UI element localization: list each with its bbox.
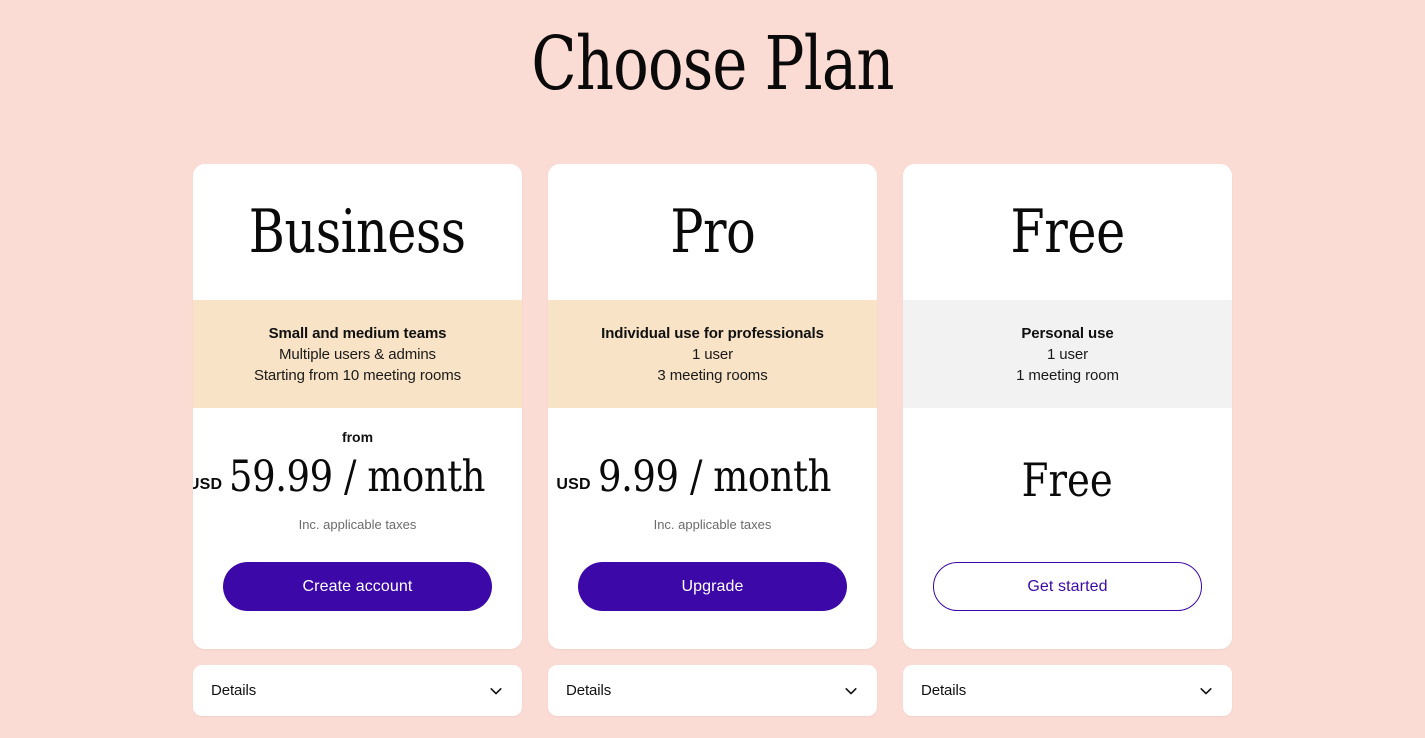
plan-currency-business: USD [193, 476, 223, 493]
plan-price-amount-pro: 9.99 / month [597, 452, 831, 502]
details-label-business: Details [211, 682, 257, 699]
plan-price-section-free: Free Get started [903, 408, 1232, 649]
plan-feature-line: 1 meeting room [1016, 366, 1119, 384]
plan-currency-pro: USD [556, 476, 591, 493]
plan-tax-note-pro: Inc. applicable taxes [653, 517, 772, 532]
page-title: Choose Plan [531, 21, 894, 107]
plan-feature-line: 3 meeting rooms [657, 366, 768, 384]
plan-price-section-business: from USD 59.99 / month Inc. applicable taxe… [193, 408, 522, 649]
plan-feature-line: 1 user [1046, 345, 1089, 363]
plan-feature-line: Starting from 10 meeting rooms [253, 366, 462, 384]
plan-column-business: Business Small and medium teams Multiple u… [193, 164, 522, 716]
details-accordion-free[interactable]: Details [903, 665, 1232, 716]
cta-button-free[interactable]: Get started [933, 562, 1202, 611]
details-label-pro: Details [566, 682, 612, 699]
plan-feature-line: Multiple users & admins [279, 345, 436, 363]
plan-audience-pro: Individual use for professionals [601, 324, 824, 342]
plan-summary-band-free: Personal use 1 user 1 meeting room [903, 300, 1232, 408]
plan-card-header-free: Free [903, 164, 1232, 300]
cta-button-pro[interactable]: Upgrade [578, 562, 847, 611]
plan-price-free: Free [1013, 452, 1121, 508]
plan-price-section-pro: USD 9.99 / month Inc. applicable taxes Upgr… [548, 408, 877, 649]
plan-card-header-pro: Pro [548, 164, 877, 300]
cta-button-business[interactable]: Create account [223, 562, 492, 611]
plan-price-pro: USD 9.99 / month [556, 452, 868, 508]
plan-summary-band-business: Small and medium teams Multiple users & a… [193, 300, 522, 408]
details-label-free: Details [921, 682, 967, 699]
plan-feature-line: 1 user [691, 345, 734, 363]
plan-column-free: Free Personal use 1 user 1 meeting room Fre… [903, 164, 1232, 716]
plan-card-grid: Business Small and medium teams Multiple u… [193, 164, 1232, 716]
plan-card-header-business: Business [193, 164, 522, 300]
plan-audience-business: Small and medium teams [268, 324, 447, 342]
plan-from-label-business: from [341, 429, 374, 445]
plan-name-business: Business [249, 197, 466, 267]
plan-price-amount-business: 59.99 / month [229, 452, 486, 502]
plan-price-business: USD 59.99 / month [193, 452, 522, 508]
plan-price-amount-free: Free [1021, 453, 1114, 507]
plan-name-free: Free [1010, 197, 1125, 267]
details-accordion-business[interactable]: Details [193, 665, 522, 716]
plan-card-pro: Pro Individual use for professionals 1 use… [548, 164, 877, 649]
plan-card-free: Free Personal use 1 user 1 meeting room Fre… [903, 164, 1232, 649]
chevron-down-icon[interactable] [843, 683, 859, 699]
chevron-down-icon[interactable] [1198, 683, 1214, 699]
plan-audience-free: Personal use [1021, 324, 1114, 342]
pricing-page: Choose Plan Business Small and medium tea… [0, 0, 1425, 738]
plan-summary-band-pro: Individual use for professionals 1 user 3 … [548, 300, 877, 408]
plan-name-pro: Pro [669, 197, 756, 267]
plan-tax-note-business: Inc. applicable taxes [298, 517, 417, 532]
plan-column-pro: Pro Individual use for professionals 1 use… [548, 164, 877, 716]
chevron-down-icon[interactable] [488, 683, 504, 699]
details-accordion-pro[interactable]: Details [548, 665, 877, 716]
plan-card-business: Business Small and medium teams Multiple u… [193, 164, 522, 649]
